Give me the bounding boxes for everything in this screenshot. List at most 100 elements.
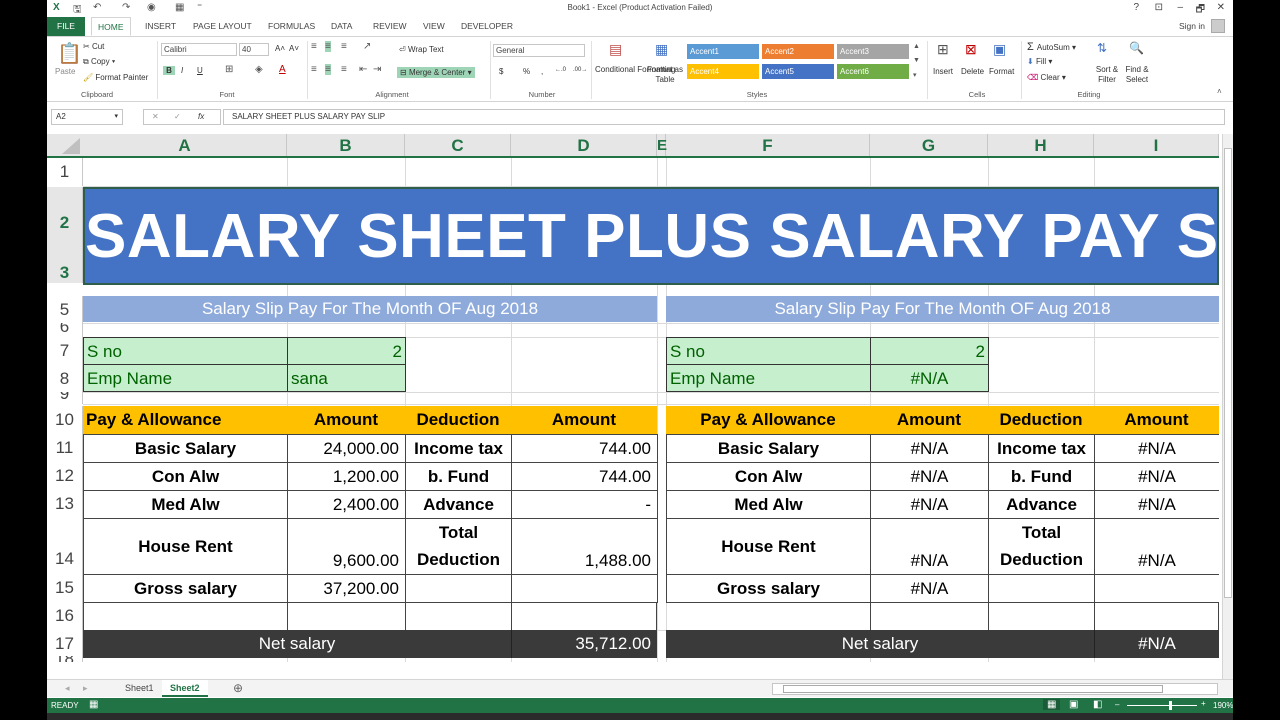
tab-home[interactable]: HOME xyxy=(91,17,131,36)
row-header-17[interactable]: 17 xyxy=(47,630,83,658)
right-cell-r13-c0[interactable]: Med Alw xyxy=(666,490,871,519)
column-header-h[interactable]: H xyxy=(988,134,1094,156)
left-cell-r15-c0[interactable]: Gross salary xyxy=(83,574,288,603)
right-cell-r15-c2[interactable] xyxy=(988,574,1095,603)
tab-page-layout[interactable]: PAGE LAYOUT xyxy=(187,17,258,36)
zoom-slider-thumb[interactable] xyxy=(1169,701,1172,710)
copy-button[interactable]: ⧉ Copy ▾ xyxy=(83,57,115,67)
left-cell-r15-c3[interactable] xyxy=(511,574,658,603)
empty-cell[interactable] xyxy=(83,602,288,631)
empty-cell[interactable] xyxy=(287,602,406,631)
grow-font-button[interactable]: A˄ xyxy=(275,44,285,53)
align-bottom-icon[interactable]: ≡ xyxy=(341,41,347,52)
tab-review[interactable]: REVIEW xyxy=(367,17,413,36)
accent5-style[interactable]: Accent5 xyxy=(762,64,834,79)
column-header-f[interactable]: F xyxy=(666,134,870,156)
paste-icon[interactable]: 📋 xyxy=(57,41,82,66)
decrease-decimal-button[interactable]: .00→ xyxy=(573,67,587,73)
increase-decimal-button[interactable]: ←.0 xyxy=(555,67,566,73)
number-format-select[interactable]: General xyxy=(493,44,585,57)
empty-cell[interactable] xyxy=(511,602,657,631)
row-header-16[interactable]: 16 xyxy=(47,602,83,630)
comma-button[interactable]: , xyxy=(541,67,543,76)
zoom-level[interactable]: 190% xyxy=(1213,701,1233,710)
bold-button[interactable]: B xyxy=(163,66,175,75)
paste-button[interactable]: Paste xyxy=(55,67,75,76)
borders-icon[interactable]: ⊞ xyxy=(225,64,233,75)
row-header-11[interactable]: 11 xyxy=(47,434,83,462)
right-net-salary-value[interactable]: #N/A xyxy=(1094,630,1219,658)
left-cell-r11-c1[interactable]: 24,000.00 xyxy=(287,434,406,463)
left-header-deduction-amount[interactable]: Amount xyxy=(511,406,657,434)
scroll-tabs-right-icon[interactable]: ▸ xyxy=(83,683,88,694)
format-button[interactable]: Format xyxy=(989,67,1014,76)
spreadsheet-grid[interactable]: A B C D E F G H I 1 2 3 5 6 7 8 9 10 11 … xyxy=(47,134,1219,662)
cancel-icon[interactable]: ✕ xyxy=(152,112,159,121)
left-cell-r13-c1[interactable]: 2,400.00 xyxy=(287,490,406,519)
row-header-10[interactable]: 10 xyxy=(47,406,83,434)
column-header-a[interactable]: A xyxy=(83,134,287,156)
accent4-style[interactable]: Accent4 xyxy=(687,64,759,79)
tab-view[interactable]: VIEW xyxy=(417,17,451,36)
left-cell-r11-c3[interactable]: 744.00 xyxy=(511,434,658,463)
right-sno-value[interactable]: 2 xyxy=(870,337,989,365)
right-emp-value[interactable]: #N/A xyxy=(870,364,989,392)
cut-button[interactable]: ✂ Cut xyxy=(83,42,104,51)
left-header-deduction[interactable]: Deduction xyxy=(405,406,511,434)
right-header-deduction-amount[interactable]: Amount xyxy=(1094,406,1219,434)
column-header-i[interactable]: I xyxy=(1094,134,1219,156)
left-cell-r14-c0[interactable]: House Rent xyxy=(83,518,288,575)
right-header-pay[interactable]: Pay & Allowance xyxy=(666,406,870,434)
normal-view-icon[interactable]: ▦ xyxy=(1043,699,1061,710)
column-header-c[interactable]: C xyxy=(405,134,511,156)
left-cell-r13-c2[interactable]: Advance xyxy=(405,490,512,519)
orientation-icon[interactable]: ↗ xyxy=(363,41,371,52)
increase-indent-icon[interactable]: ⇥ xyxy=(373,64,381,75)
row-header-15[interactable]: 15 xyxy=(47,574,83,602)
currency-button[interactable]: $ xyxy=(499,67,503,76)
insert-button[interactable]: Insert xyxy=(933,67,953,76)
styles-more-icon[interactable]: ▾ xyxy=(913,71,917,79)
help-button[interactable]: ? xyxy=(1133,2,1139,13)
row-header-13[interactable]: 13 xyxy=(47,490,83,518)
right-emp-label[interactable]: Emp Name xyxy=(666,364,871,392)
format-painter-button[interactable]: 🖌 Format Painter xyxy=(83,73,148,82)
right-cell-r13-c1[interactable]: #N/A xyxy=(870,490,989,519)
left-cell-r12-c0[interactable]: Con Alw xyxy=(83,462,288,491)
left-cell-r15-c2[interactable] xyxy=(405,574,512,603)
enter-icon[interactable]: ✓ xyxy=(174,112,181,121)
right-cell-r14-c2[interactable]: Total Deduction xyxy=(988,518,1095,575)
styles-scroll-up-icon[interactable]: ▲ xyxy=(913,43,920,50)
right-cell-r15-c1[interactable]: #N/A xyxy=(870,574,989,603)
row-header-12[interactable]: 12 xyxy=(47,462,83,490)
italic-button[interactable]: I xyxy=(181,66,183,75)
title-banner[interactable]: SALARY SHEET PLUS SALARY PAY SLIP xyxy=(83,187,1219,285)
user-avatar-icon[interactable] xyxy=(1211,19,1225,33)
font-size-select[interactable]: 40 xyxy=(239,43,269,56)
decrease-indent-icon[interactable]: ⇤ xyxy=(359,64,367,75)
left-sno-label[interactable]: S no xyxy=(83,337,288,365)
row-header-14[interactable]: 14 xyxy=(47,518,83,574)
right-header-deduction[interactable]: Deduction xyxy=(988,406,1094,434)
tab-insert[interactable]: INSERT xyxy=(139,17,182,36)
insert-function-icon[interactable]: fx xyxy=(198,112,204,121)
right-cell-r14-c1[interactable]: #N/A xyxy=(870,518,989,575)
empty-cell[interactable] xyxy=(1094,602,1219,631)
left-net-salary-value[interactable]: 35,712.00 xyxy=(511,630,657,658)
row-header-9[interactable]: 9 xyxy=(47,392,83,404)
right-cell-r11-c0[interactable]: Basic Salary xyxy=(666,434,871,463)
left-cell-r12-c1[interactable]: 1,200.00 xyxy=(287,462,406,491)
align-left-icon[interactable]: ≡ xyxy=(311,64,317,75)
empty-cell[interactable] xyxy=(405,602,512,631)
left-header-pay[interactable]: Pay & Allowance xyxy=(83,406,287,434)
name-box[interactable]: A2 ▾ xyxy=(51,109,123,125)
sheet-tab-sheet2[interactable]: Sheet2 xyxy=(162,680,208,697)
page-break-view-icon[interactable]: ◧ xyxy=(1093,699,1102,710)
collapse-ribbon-icon[interactable]: ˄ xyxy=(1217,87,1222,96)
column-header-e[interactable]: E xyxy=(657,134,667,156)
left-cell-r13-c0[interactable]: Med Alw xyxy=(83,490,288,519)
left-cell-r14-c1[interactable]: 9,600.00 xyxy=(287,518,406,575)
accent6-style[interactable]: Accent6 xyxy=(837,64,909,79)
left-cell-r12-c2[interactable]: b. Fund xyxy=(405,462,512,491)
left-emp-value[interactable]: sana xyxy=(287,364,406,392)
